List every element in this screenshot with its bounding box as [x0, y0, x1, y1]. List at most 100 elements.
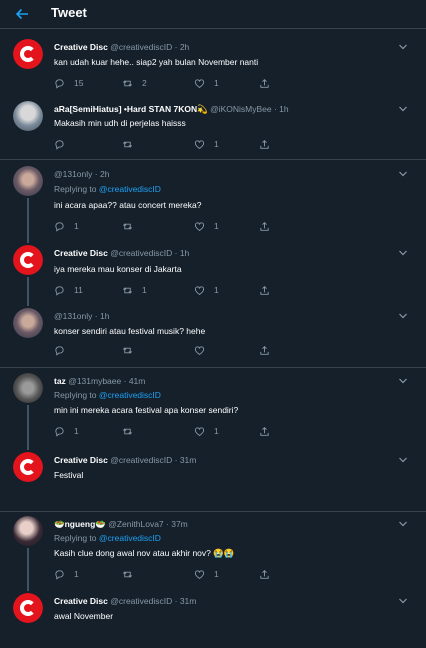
share-icon [260, 345, 269, 355]
avatar[interactable] [13, 308, 43, 338]
reply-button[interactable]: 1 [54, 568, 79, 580]
reply-button[interactable]: 1 [54, 425, 79, 437]
reply-button[interactable] [54, 344, 74, 356]
share-icon [260, 569, 269, 579]
avatar[interactable] [13, 593, 43, 623]
chevron-down-icon[interactable] [398, 520, 408, 528]
chevron-down-icon[interactable] [398, 456, 408, 464]
like-button[interactable]: 1 [194, 425, 219, 437]
retweet-button[interactable] [122, 220, 142, 232]
reply-count: 1 [74, 569, 79, 579]
timestamp[interactable]: 41m [129, 376, 146, 386]
mention-link[interactable]: @creativediscID [99, 184, 161, 194]
chevron-down-icon[interactable] [398, 377, 408, 385]
like-button[interactable] [194, 344, 214, 356]
avatar[interactable] [13, 245, 43, 275]
retweet-button[interactable] [122, 425, 142, 437]
timestamp[interactable]: 2h [180, 42, 189, 52]
heart-icon [194, 345, 205, 355]
divider [0, 159, 426, 160]
retweet-count: 2 [142, 78, 147, 88]
share-button[interactable] [259, 425, 279, 437]
reply-button[interactable]: 1 [54, 220, 79, 232]
avatar[interactable] [13, 101, 43, 131]
timestamp[interactable]: 1h [100, 311, 109, 321]
display-name[interactable]: Creative Disc [54, 455, 108, 465]
chevron-down-icon[interactable] [398, 43, 408, 51]
reply-button[interactable] [54, 138, 74, 150]
tweet-header: aRa[SemiHiatus] •Hard STAN 7KON💫 @iKONis… [54, 104, 289, 114]
tweet-text: Makasih min udh di perjelas haisss [54, 118, 186, 128]
heart-icon [194, 78, 205, 88]
timestamp[interactable]: 2h [100, 169, 109, 179]
like-button[interactable]: 1 [194, 77, 219, 89]
retweet-button[interactable] [122, 138, 142, 150]
divider [0, 511, 426, 512]
user-handle[interactable]: @ZenithLova7 [108, 519, 163, 529]
retweet-icon [123, 140, 132, 148]
tweet-header: 🥗ngueng🥗 @ZenithLova7 · 37m [54, 519, 188, 529]
user-handle[interactable]: @131mybaee [68, 376, 121, 386]
retweet-button[interactable]: 2 [122, 77, 147, 89]
reply-count: 1 [74, 426, 79, 436]
chevron-down-icon[interactable] [398, 312, 408, 320]
share-button[interactable] [259, 284, 279, 296]
user-handle[interactable]: @iKONisMyBee [210, 104, 272, 114]
retweet-button[interactable] [122, 344, 142, 356]
display-name[interactable]: 🥗ngueng🥗 [54, 519, 106, 529]
user-handle[interactable]: @131only [54, 169, 92, 179]
share-button[interactable] [259, 344, 279, 356]
tweet-header: Creative Disc @creativediscID · 2h [54, 42, 190, 52]
chevron-down-icon[interactable] [398, 249, 408, 257]
retweet-icon [123, 570, 132, 578]
display-name[interactable]: aRa[SemiHiatus] •Hard STAN 7KON💫 [54, 104, 208, 114]
display-name[interactable]: Creative Disc [54, 596, 108, 606]
arrow-left-icon[interactable] [14, 6, 30, 22]
timestamp[interactable]: 1h [279, 104, 288, 114]
retweet-button[interactable] [122, 568, 142, 580]
reply-icon [55, 285, 64, 296]
user-handle[interactable]: @creativediscID [110, 596, 172, 606]
chevron-down-icon[interactable] [398, 105, 408, 113]
reply-button[interactable]: 11 [54, 284, 83, 296]
share-icon [260, 221, 269, 231]
heart-icon [194, 569, 205, 579]
timestamp[interactable]: 37m [171, 519, 188, 529]
like-button[interactable]: 1 [194, 138, 219, 150]
mention-link[interactable]: @creativediscID [99, 533, 161, 543]
timestamp[interactable]: 31m [180, 596, 197, 606]
chevron-down-icon[interactable] [398, 597, 408, 605]
retweet-button[interactable]: 1 [122, 284, 147, 296]
user-handle[interactable]: @creativediscID [110, 42, 172, 52]
display-name[interactable]: Creative Disc [54, 42, 108, 52]
display-name[interactable]: Creative Disc [54, 248, 108, 258]
like-button[interactable]: 1 [194, 568, 219, 580]
avatar[interactable] [13, 166, 43, 196]
mention-link[interactable]: @creativediscID [99, 390, 161, 400]
reply-button[interactable]: 15 [54, 77, 83, 89]
avatar[interactable] [13, 373, 43, 403]
chevron-down-icon[interactable] [398, 170, 408, 178]
like-button[interactable]: 1 [194, 284, 219, 296]
timestamp[interactable]: 31m [180, 455, 197, 465]
replying-to: Replying to @creativediscID [54, 184, 161, 194]
thread-line [27, 291, 29, 306]
heart-icon [194, 221, 205, 231]
user-handle[interactable]: @creativediscID [110, 248, 172, 258]
share-icon [260, 285, 269, 295]
share-button[interactable] [259, 138, 279, 150]
tweet-text: konser sendiri atau festival musik? hehe [54, 326, 206, 336]
avatar[interactable] [13, 452, 43, 482]
user-handle[interactable]: @creativediscID [110, 455, 172, 465]
share-button[interactable] [259, 568, 279, 580]
avatar[interactable] [13, 39, 43, 69]
thread-line [27, 228, 29, 243]
avatar[interactable] [13, 516, 43, 546]
timestamp[interactable]: 1h [180, 248, 189, 258]
user-handle[interactable]: @131only [54, 311, 92, 321]
share-button[interactable] [259, 77, 279, 89]
retweet-count: 1 [142, 285, 147, 295]
share-button[interactable] [259, 220, 279, 232]
like-button[interactable]: 1 [194, 220, 219, 232]
display-name[interactable]: taz [54, 376, 66, 386]
